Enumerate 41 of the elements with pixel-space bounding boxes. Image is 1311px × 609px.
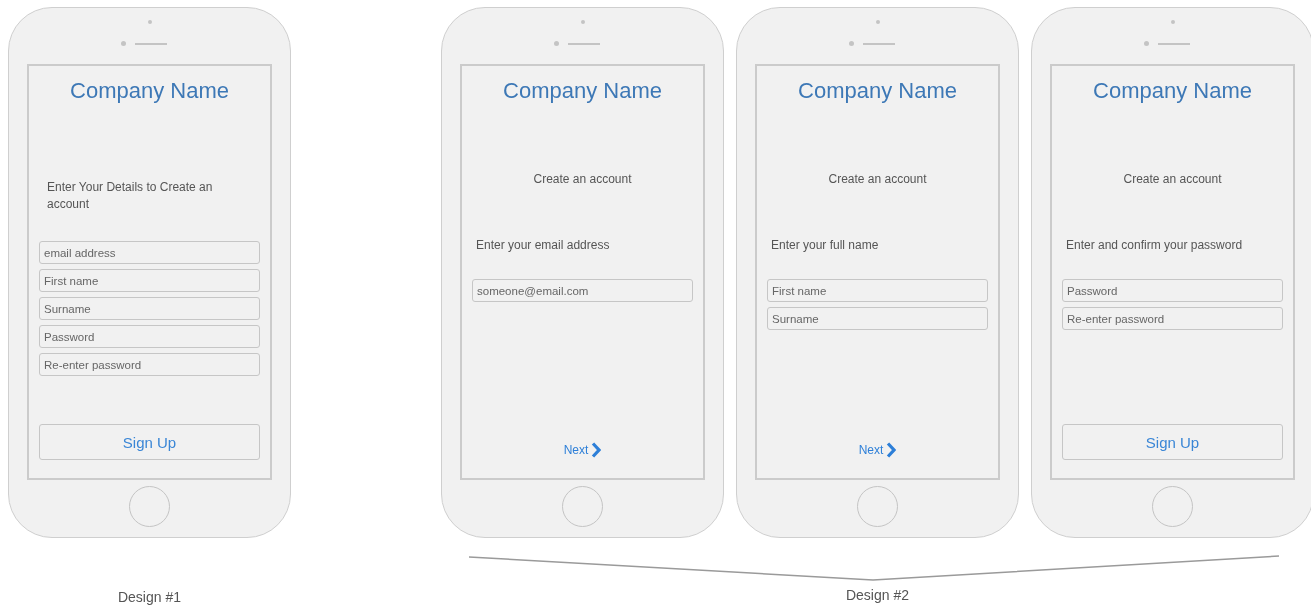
input-field[interactable]: Surname xyxy=(767,307,988,330)
input-field[interactable]: First name xyxy=(39,269,260,292)
sensor-dot xyxy=(1170,20,1175,24)
camera-dot xyxy=(553,41,559,46)
prompt-text: Enter your full name xyxy=(771,237,880,254)
speaker-slot xyxy=(567,42,600,45)
input-field[interactable]: Password xyxy=(1062,279,1283,302)
input-field[interactable]: Surname xyxy=(39,297,260,320)
input-field[interactable]: First name xyxy=(767,279,988,302)
camera-dot xyxy=(848,41,854,46)
chevron-icon xyxy=(886,442,897,458)
step-heading: Create an account xyxy=(532,171,633,188)
step-heading: Create an account xyxy=(827,171,928,188)
next-button[interactable]: Next xyxy=(563,442,602,458)
camera-dot xyxy=(1143,41,1149,46)
company-name: Company Name xyxy=(502,77,663,105)
step-heading: Create an account xyxy=(1122,171,1223,188)
camera-dot xyxy=(120,41,126,46)
company-name: Company Name xyxy=(1092,77,1253,105)
speaker-slot xyxy=(1157,42,1190,45)
input-field[interactable]: Re-enter password xyxy=(39,353,260,376)
prompt-text: Enter your email address xyxy=(476,237,611,254)
design-caption: Design #2 xyxy=(845,587,909,604)
input-field[interactable]: Re-enter password xyxy=(1062,307,1283,330)
company-name: Company Name xyxy=(69,77,230,105)
sensor-dot xyxy=(580,20,585,24)
sign-up-button[interactable]: Sign Up xyxy=(1062,424,1283,460)
input-field[interactable]: Password xyxy=(39,325,260,348)
sensor-dot xyxy=(147,20,152,24)
speaker-slot xyxy=(862,42,895,45)
intro-text: Enter Your Details to Create an account xyxy=(47,179,214,213)
design-caption: Design #1 xyxy=(117,589,181,606)
sign-up-button[interactable]: Sign Up xyxy=(39,424,260,460)
chevron-icon xyxy=(591,442,602,458)
next-button[interactable]: Next xyxy=(858,442,897,458)
speaker-slot xyxy=(134,42,167,45)
prompt-text: Enter and confirm your password xyxy=(1066,237,1244,254)
sensor-dot xyxy=(875,20,880,24)
company-name: Company Name xyxy=(797,77,958,105)
input-field[interactable]: email address xyxy=(39,241,260,264)
input-field[interactable]: someone@email.com xyxy=(472,279,693,302)
